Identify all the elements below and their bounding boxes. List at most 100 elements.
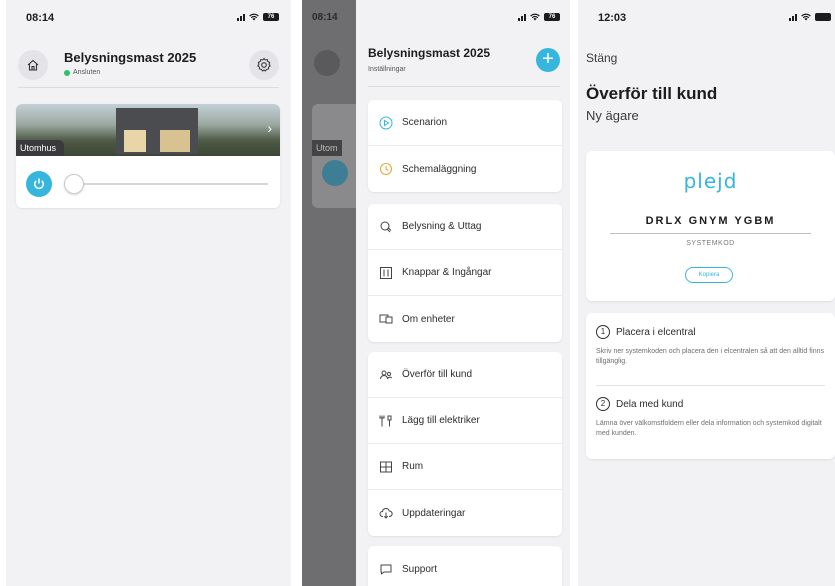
connection-status: Ansluten: [64, 69, 100, 76]
system-code-label: SYSTEMKOD: [686, 240, 735, 247]
menu-item-schemalaggning[interactable]: Schemaläggning: [368, 146, 562, 192]
bulb-icon: [378, 219, 394, 235]
menu-item-uppdateringar[interactable]: Uppdateringar: [368, 490, 562, 536]
step-header: 1 Placera i elcentral: [596, 325, 825, 339]
battery-icon: 76: [544, 13, 560, 21]
step-description: Lämna över välkomstfoldern eller dela in…: [596, 420, 822, 437]
power-icon: [33, 178, 45, 190]
menu-item-label: Schemaläggning: [402, 163, 477, 175]
status-bar: 08:14 76: [6, 0, 291, 34]
step-number: 1: [596, 325, 610, 339]
drawer-divider: [368, 86, 560, 87]
app-header: Belysningsmast 2025 Ansluten: [18, 42, 279, 88]
menu-item-knappar-ingangar[interactable]: Knappar & Ingångar: [368, 250, 562, 296]
menu-item-support[interactable]: Support: [368, 546, 562, 586]
transfer-screen: 12:03 Stäng Överför till kund Ny ägare p…: [578, 0, 835, 586]
step-item: 2 Dela med kund Lämna över välkomstfolder…: [596, 397, 825, 439]
status-icons: [789, 13, 831, 21]
menu-item-label: Rum: [402, 461, 424, 472]
step-header: 2 Dela med kund: [596, 397, 825, 411]
status-time: 12:03: [598, 12, 627, 24]
settings-drawer: 76 Belysningsmast 2025 Inställningar + S…: [356, 0, 570, 586]
menu-item-label: Belysning & Uttag: [402, 221, 482, 232]
menu-item-label: Knappar & Ingångar: [402, 267, 492, 278]
play-icon: [378, 115, 394, 131]
menu-item-label: Uppdateringar: [402, 507, 466, 519]
menu-item-label: Om enheter: [402, 313, 455, 325]
status-icons: 76: [237, 13, 279, 21]
signal-icon: [518, 13, 526, 21]
dimmed-room-card: [312, 104, 356, 208]
dimmed-home-button: [314, 50, 340, 76]
drawer-subtitle: Inställningar: [368, 66, 406, 73]
menu-item-scenarion[interactable]: Scenarion: [368, 100, 562, 146]
wifi-icon: [249, 13, 259, 21]
menu-item-label: Lägg till elektriker: [402, 415, 480, 426]
close-button[interactable]: Stäng: [586, 51, 617, 65]
system-code-card: pleјd DRLX GNYM YGBM SYSTEMKOD Kopiera: [586, 151, 835, 301]
menu-item-om-enheter[interactable]: Om enheter: [368, 296, 562, 342]
status-time: 08:14: [26, 12, 55, 24]
instructions-card: 1 Placera i elcentral Skriv ner systemkod…: [586, 313, 835, 459]
step-title: Placera i elcentral: [616, 326, 696, 338]
house-picture: [116, 108, 198, 154]
code-underline: [610, 233, 811, 234]
menu-group-devices: Belysning & Uttag Knappar & Ingångar Om …: [368, 204, 562, 342]
menu-item-label: Support: [402, 563, 438, 575]
step-description: Skriv ner systemkoden och placera den i …: [596, 348, 825, 365]
battery-icon: 76: [263, 13, 279, 21]
wifi-icon: [530, 13, 540, 21]
dimmer-slider-thumb[interactable]: [64, 174, 84, 194]
step-item: 1 Placera i elcentral Skriv ner systemkod…: [596, 325, 825, 367]
dimmer-track[interactable]: [64, 183, 268, 185]
tools-icon: [378, 413, 394, 429]
menu-group-scenes: Scenarion Schemaläggning: [368, 100, 562, 192]
clock-icon: [378, 161, 394, 177]
page-subtitle: Ny ägare: [586, 108, 639, 123]
step-divider: [596, 385, 825, 386]
signal-icon: [789, 13, 797, 21]
menu-group-admin: Överför till kund Lägg till elektriker R…: [368, 352, 562, 536]
menu-item-label: Scenarion: [402, 117, 448, 128]
cloud-download-icon: [378, 505, 394, 521]
room-name: Utomhus: [16, 140, 65, 156]
step-title: Dela med kund: [616, 398, 684, 410]
settings-menu-screen: 08:14 Utom 76 Belysningsmast 2025 Instäl…: [302, 0, 570, 586]
status-time-dimmed: 08:14: [312, 12, 338, 23]
home-button[interactable]: [18, 50, 48, 80]
chevron-right-icon: ›: [267, 120, 272, 136]
page-title: Överför till kund: [586, 84, 718, 103]
status-bar: 12:03: [578, 0, 835, 34]
status-bar: 76: [356, 0, 570, 34]
chat-icon: [378, 561, 394, 577]
menu-item-overfor-till-kund[interactable]: Överför till kund: [368, 352, 562, 398]
menu-item-belysning-uttag[interactable]: Belysning & Uttag: [368, 204, 562, 250]
battery-icon: [815, 13, 831, 21]
gear-icon: [256, 57, 272, 72]
drawer-title: Belysningsmast 2025: [368, 46, 491, 60]
menu-item-rum[interactable]: Rum: [368, 444, 562, 490]
wifi-icon: [801, 13, 811, 21]
menu-item-label: Överför till kund: [402, 369, 473, 380]
dimmed-background[interactable]: 08:14 Utom: [302, 0, 356, 586]
users-icon: [378, 367, 394, 383]
online-dot: [64, 69, 70, 76]
plejd-logo: pleјd: [683, 169, 738, 193]
home-icon: [27, 59, 39, 71]
add-button[interactable]: +: [536, 48, 560, 72]
signal-icon: [237, 13, 245, 21]
copy-button[interactable]: Kopiera: [685, 267, 733, 283]
dimmed-power-button: [322, 160, 348, 186]
connection-status-label: Ansluten: [73, 69, 101, 76]
rooms-icon: [378, 459, 394, 475]
installation-title: Belysningsmast 2025: [64, 50, 197, 65]
home-screen: 08:14 76 Belysningsmast 2025 Ansluten › …: [6, 0, 291, 586]
dimmed-room-tag: Utom: [312, 140, 342, 156]
panel-icon: [378, 265, 394, 281]
system-code: DRLX GNYM YGBM: [645, 215, 776, 227]
power-button[interactable]: [26, 171, 52, 197]
settings-button[interactable]: [249, 50, 279, 80]
menu-item-lagg-till-elektriker[interactable]: Lägg till elektriker: [368, 398, 562, 444]
room-card[interactable]: › Utomhus: [16, 104, 280, 208]
devices-icon: [378, 311, 394, 327]
